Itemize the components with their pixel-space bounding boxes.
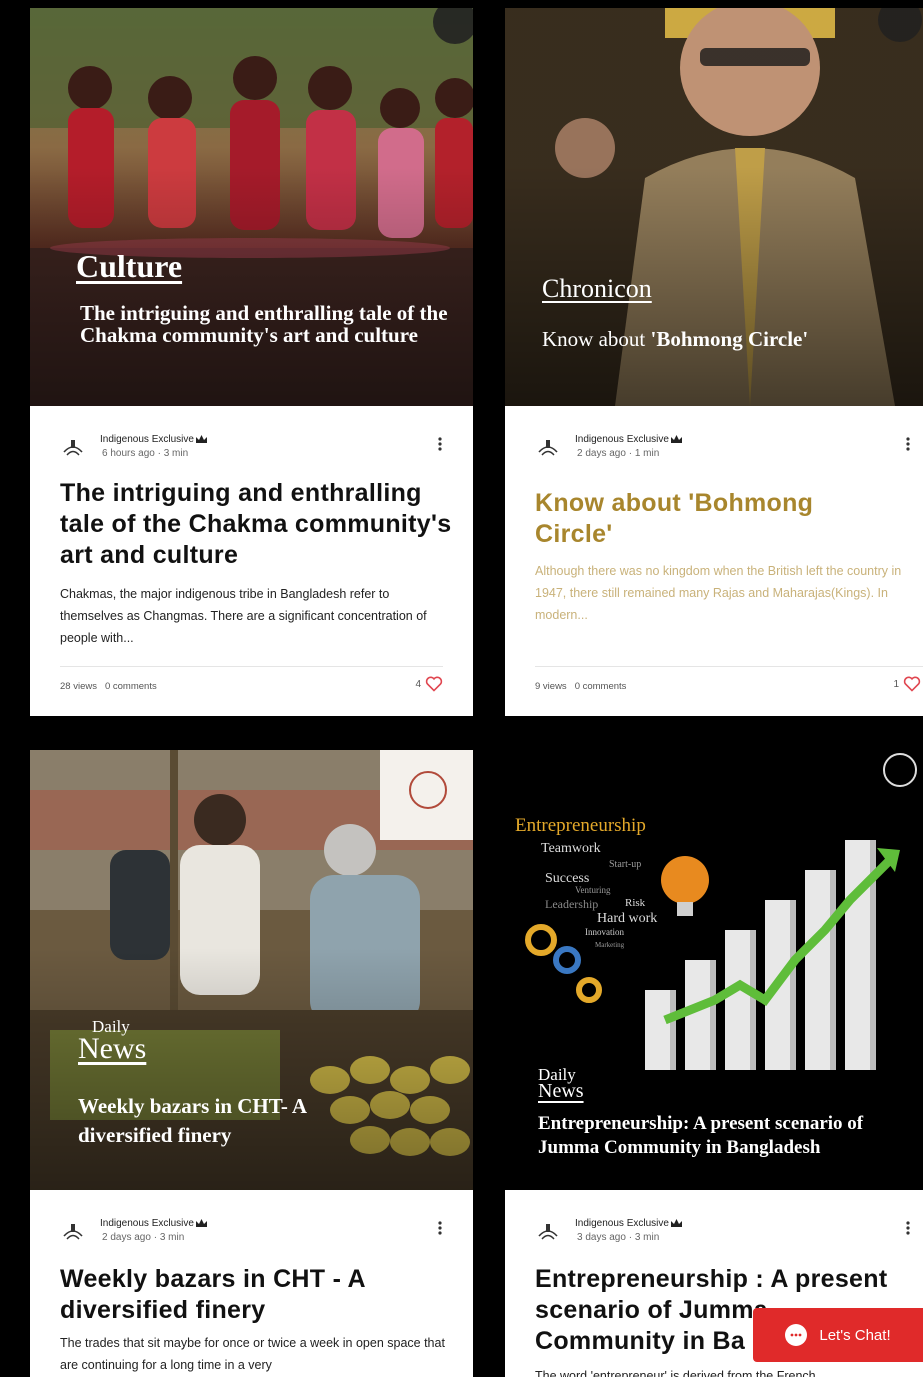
post-meta: Indigenous Exclusive 2 days ago · 1 min xyxy=(535,432,910,466)
chat-bubble-icon xyxy=(785,1324,808,1346)
author-label[interactable]: Indigenous Exclusive xyxy=(575,1218,669,1229)
cover-word-teamwork: Teamwork xyxy=(541,841,601,856)
divider xyxy=(535,666,923,667)
crown-icon xyxy=(670,1219,682,1228)
post-date: 3 days ago · 3 min xyxy=(577,1232,660,1243)
likes-count: 4 xyxy=(415,678,421,690)
author-name[interactable]: Indigenous Exclusive xyxy=(575,434,682,445)
post-date: 2 days ago · 1 min xyxy=(577,448,660,459)
post-cover-image[interactable]: Culture The intriguing and enthralling t… xyxy=(30,8,473,406)
cover-category: Chronicon xyxy=(542,274,652,303)
chat-label[interactable]: Let's Chat! xyxy=(819,1327,890,1344)
cover-category: Culture xyxy=(76,248,183,284)
comments-count[interactable]: 0 comments xyxy=(105,681,157,692)
cover-word-hard-work: Hard work xyxy=(597,911,658,926)
post-stats: 28 views 0 comments xyxy=(60,681,157,692)
cover-word-venturing: Venturing xyxy=(575,885,611,895)
post-card-culture[interactable]: Culture The intriguing and enthralling t… xyxy=(30,8,473,716)
cover-word-entrepreneurship: Entrepreneurship xyxy=(515,815,646,836)
views-count: 9 views xyxy=(535,681,567,692)
cover-subtitle: Weekly bazars in CHT- A diversified fine… xyxy=(78,1094,306,1148)
more-options-icon[interactable] xyxy=(437,1220,443,1236)
cover-word-leadership: Leadership xyxy=(545,897,599,911)
author-name[interactable]: Indigenous Exclusive xyxy=(575,1218,682,1229)
post-excerpt: Although there was no kingdom when the B… xyxy=(535,564,902,622)
divider xyxy=(60,666,443,667)
post-meta: Indigenous Exclusive 2 days ago · 3 min xyxy=(60,1216,443,1250)
heart-icon[interactable] xyxy=(425,676,443,692)
post-meta: Indigenous Exclusive 6 hours ago · 3 min xyxy=(60,432,443,466)
post-cover-image[interactable]: Daily News Weekly bazars in CHT- A diver… xyxy=(30,750,473,1190)
post-cover-image[interactable]: Chronicon Know about 'Bohmong Circle' xyxy=(505,8,923,406)
author-label[interactable]: Indigenous Exclusive xyxy=(100,434,194,445)
like-button[interactable]: 1 xyxy=(893,676,921,692)
author-name[interactable]: Indigenous Exclusive xyxy=(100,434,207,445)
post-date: 2 days ago · 3 min xyxy=(102,1232,185,1243)
post-title[interactable]: Weekly bazars in CHT - A diversified fin… xyxy=(60,1264,420,1326)
author-name[interactable]: Indigenous Exclusive xyxy=(100,1218,207,1229)
comments-count[interactable]: 0 comments xyxy=(575,681,627,692)
cover-word-marketing: Marketing xyxy=(595,941,625,949)
post-card-weekly-bazars[interactable]: Daily News Weekly bazars in CHT- A diver… xyxy=(30,750,473,1377)
crown-icon xyxy=(670,435,682,444)
more-options-icon[interactable] xyxy=(905,436,911,452)
likes-count: 1 xyxy=(893,678,899,690)
cover-category: News xyxy=(78,1032,147,1065)
cover-subtitle-emphasis: 'Bohmong Circle' xyxy=(650,327,809,351)
indigenous-logo-icon[interactable] xyxy=(60,1218,86,1244)
views-count: 28 views xyxy=(60,681,97,692)
post-stats: 9 views 0 comments xyxy=(535,681,626,692)
post-excerpt: The word 'entrepreneur' is derived from … xyxy=(535,1369,816,1377)
cover-subtitle: Know about 'Bohmong Circle' xyxy=(542,328,912,350)
cover-word-start-up: Start-up xyxy=(609,859,642,870)
post-card-entrepreneurship[interactable]: Entrepreneurship Teamwork Start-up Succe… xyxy=(505,750,923,1377)
like-button[interactable]: 4 xyxy=(415,676,443,692)
post-cover-image[interactable]: Entrepreneurship Teamwork Start-up Succe… xyxy=(505,750,923,1190)
indigenous-logo-icon[interactable] xyxy=(535,1218,561,1244)
post-excerpt: The trades that sit maybe for once or tw… xyxy=(60,1336,445,1372)
author-label[interactable]: Indigenous Exclusive xyxy=(100,1218,194,1229)
heart-icon[interactable] xyxy=(903,676,921,692)
cover-word-innovation: Innovation xyxy=(585,927,624,937)
indigenous-logo-icon[interactable] xyxy=(535,434,561,460)
post-title[interactable]: Know about 'Bohmong Circle' xyxy=(535,488,855,550)
crown-icon xyxy=(195,435,207,444)
post-excerpt: Chakmas, the major indigenous tribe in B… xyxy=(60,587,427,645)
more-options-icon[interactable] xyxy=(437,436,443,452)
cover-category: News xyxy=(538,1080,584,1102)
post-meta: Indigenous Exclusive 3 days ago · 3 min xyxy=(535,1216,910,1250)
cover-word-risk: Risk xyxy=(625,897,646,909)
author-label[interactable]: Indigenous Exclusive xyxy=(575,434,669,445)
post-title[interactable]: The intriguing and enthralling tale of t… xyxy=(60,478,463,571)
cover-subtitle-prefix: Know about xyxy=(542,327,651,351)
post-card-chronicon[interactable]: Chronicon Know about 'Bohmong Circle' In… xyxy=(505,8,923,716)
cover-subtitle: The intriguing and enthralling tale of t… xyxy=(80,301,448,348)
crown-icon xyxy=(195,1219,207,1228)
post-date: 6 hours ago · 3 min xyxy=(102,448,189,459)
indigenous-logo-icon[interactable] xyxy=(60,434,86,460)
lets-chat-button[interactable]: Let's Chat! xyxy=(753,1308,923,1362)
more-options-icon[interactable] xyxy=(905,1220,911,1236)
cover-subtitle: Entrepreneurship: A present scenario of … xyxy=(538,1113,864,1158)
